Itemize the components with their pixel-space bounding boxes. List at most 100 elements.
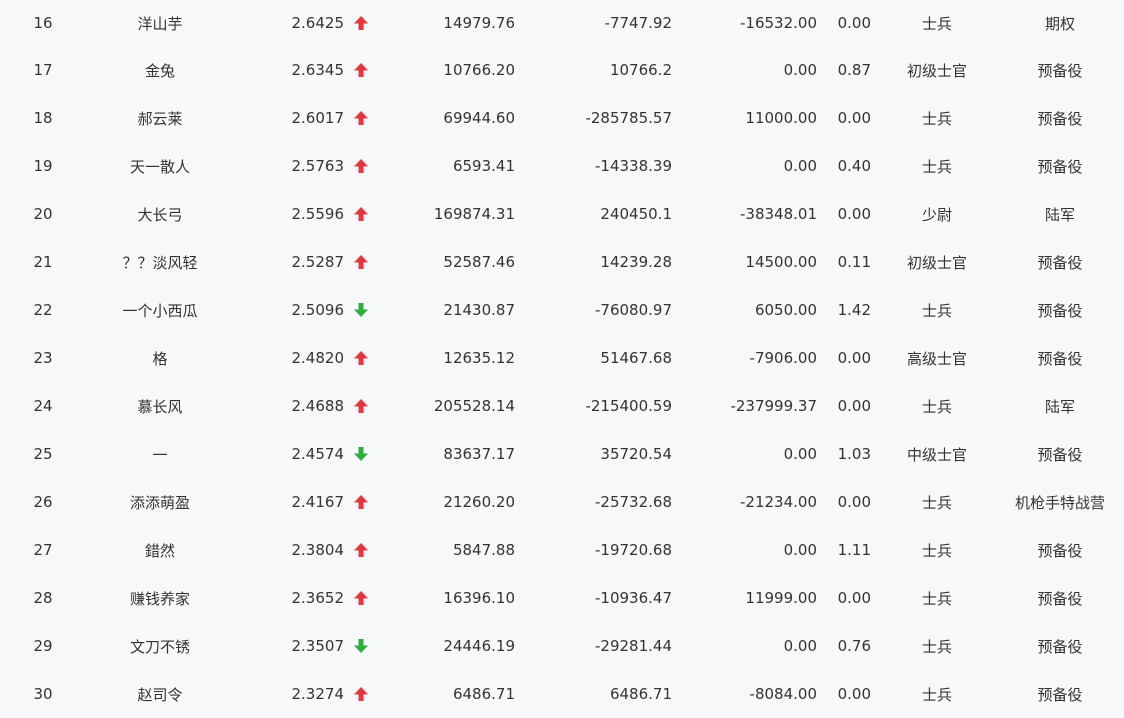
ratio-cell: 2.6017	[291, 109, 345, 127]
ratio-cell: 2.6425	[291, 14, 345, 32]
value2-cell: 51467.68	[600, 349, 672, 367]
military-rank-cell: 士兵	[921, 301, 952, 320]
value2-cell: -29281.44	[595, 637, 672, 655]
value3-cell: -21234.00	[740, 493, 817, 511]
ranking-table: 16 洋山芋 2.6425 14979.76 -7747.92 -16532.00 0.00…	[0, 0, 1124, 718]
unit-cell: 预备役	[1037, 109, 1083, 128]
table-row[interactable]: 28 赚钱养家 2.3652 16396.10 -10936.47 11999.00 0.0…	[0, 574, 1124, 622]
value4-cell: 0.00	[837, 349, 871, 367]
military-rank-cell: 初级士官	[906, 61, 967, 80]
table-row[interactable]: 18 郝云莱 2.6017 69944.60 -285785.57 11000.00 0.0…	[0, 94, 1124, 142]
value1-cell: 83637.17	[443, 445, 515, 463]
value2-cell: -14338.39	[595, 157, 672, 175]
table-row[interactable]: 16 洋山芋 2.6425 14979.76 -7747.92 -16532.00 0.00…	[0, 0, 1124, 46]
name-cell: 格	[152, 349, 168, 368]
arrow-up-icon	[353, 254, 369, 270]
unit-cell: 预备役	[1037, 61, 1083, 80]
military-rank-cell: 士兵	[921, 541, 952, 560]
rank-cell: 16	[33, 14, 53, 32]
table-row[interactable]: 22 一个小西瓜 2.5096 21430.87 -76080.97 6050.00 1.4…	[0, 286, 1124, 334]
value3-cell: 14500.00	[745, 253, 817, 271]
table-row[interactable]: 24 慕长风 2.4688 205528.14 -215400.59 -237999.37…	[0, 382, 1124, 430]
value3-cell: -16532.00	[740, 14, 817, 32]
value2-cell: -215400.59	[585, 397, 672, 415]
table-row[interactable]: 30 赵司令 2.3274 6486.71 6486.71 -8084.00 0.00 士兵 预…	[0, 670, 1124, 718]
rank-cell: 28	[33, 589, 53, 607]
military-rank-cell: 士兵	[921, 14, 952, 33]
value2-cell: -76080.97	[595, 301, 672, 319]
rank-cell: 18	[33, 109, 53, 127]
value1-cell: 6486.71	[452, 685, 515, 703]
table-row[interactable]: 17 金兔 2.6345 10766.20 10766.2 0.00 0.87 初级士官 预备役	[0, 46, 1124, 94]
unit-cell: 预备役	[1037, 157, 1083, 176]
military-rank-cell: 少尉	[921, 205, 952, 224]
rank-cell: 27	[33, 541, 53, 559]
rank-cell: 21	[33, 253, 53, 271]
value4-cell: 0.00	[837, 14, 871, 32]
military-rank-cell: 士兵	[921, 685, 952, 704]
arrow-up-icon	[353, 158, 369, 174]
rank-cell: 30	[33, 685, 53, 703]
trend-cell	[350, 46, 372, 94]
name-cell: 赵司令	[137, 685, 183, 704]
rank-cell: 29	[33, 637, 53, 655]
value1-cell: 16396.10	[443, 589, 515, 607]
name-cell: 慕长风	[137, 397, 183, 416]
name-cell: 錯然	[144, 541, 175, 560]
arrow-up-icon	[353, 494, 369, 510]
table-row[interactable]: 27 錯然 2.3804 5847.88 -19720.68 0.00 1.11 士兵 预备役	[0, 526, 1124, 574]
ratio-cell: 2.5287	[291, 253, 345, 271]
military-rank-cell: 士兵	[921, 157, 952, 176]
trend-cell	[350, 622, 372, 670]
military-rank-cell: 士兵	[921, 637, 952, 656]
table-row[interactable]: 26 添添萌盈 2.4167 21260.20 -25732.68 -21234.00 0.…	[0, 478, 1124, 526]
table-row[interactable]: 19 天一散人 2.5763 6593.41 -14338.39 0.00 0.40 士兵 预备…	[0, 142, 1124, 190]
table-row[interactable]: 23 格 2.4820 12635.12 51467.68 -7906.00 0.00 高级士…	[0, 334, 1124, 382]
value1-cell: 52587.46	[443, 253, 515, 271]
trend-cell	[350, 0, 372, 46]
unit-cell: 陆军	[1044, 205, 1075, 224]
trend-cell	[350, 382, 372, 430]
value4-cell: 0.11	[837, 253, 871, 271]
value4-cell: 0.00	[837, 397, 871, 415]
ratio-cell: 2.3652	[291, 589, 345, 607]
arrow-down-icon	[353, 446, 369, 462]
ratio-cell: 2.4820	[291, 349, 345, 367]
value2-cell: -7747.92	[604, 14, 672, 32]
arrow-up-icon	[353, 686, 369, 702]
value3-cell: 0.00	[783, 61, 817, 79]
value4-cell: 1.42	[837, 301, 871, 319]
table-row[interactable]: 25 一 2.4574 83637.17 35720.54 0.00 1.03 中级士官 预备役	[0, 430, 1124, 478]
arrow-up-icon	[353, 398, 369, 414]
table-row[interactable]: 21 ？？淡风轻 2.5287 52587.46 14239.28 14500.00 0.1…	[0, 238, 1124, 286]
value2-cell: 14239.28	[600, 253, 672, 271]
name-cell: 一	[152, 445, 168, 464]
value4-cell: 0.00	[837, 493, 871, 511]
value1-cell: 21260.20	[443, 493, 515, 511]
arrow-up-icon	[353, 110, 369, 126]
value1-cell: 21430.87	[443, 301, 515, 319]
unit-cell: 预备役	[1037, 253, 1083, 272]
rank-cell: 26	[33, 493, 53, 511]
rank-cell: 25	[33, 445, 53, 463]
unit-cell: 期权	[1044, 14, 1075, 33]
value2-cell: -10936.47	[595, 589, 672, 607]
military-rank-cell: 高级士官	[906, 349, 967, 368]
value3-cell: -38348.01	[740, 205, 817, 223]
ratio-cell: 2.5596	[291, 205, 345, 223]
trend-cell	[350, 190, 372, 238]
name-cell: 添添萌盈	[129, 493, 190, 512]
rank-cell: 23	[33, 349, 53, 367]
value3-cell: 0.00	[783, 445, 817, 463]
value3-cell: 0.00	[783, 157, 817, 175]
value2-cell: 6486.71	[609, 685, 672, 703]
value1-cell: 10766.20	[443, 61, 515, 79]
unit-cell: 预备役	[1037, 301, 1083, 320]
trend-cell	[350, 670, 372, 718]
trend-cell	[350, 142, 372, 190]
value4-cell: 0.00	[837, 685, 871, 703]
value4-cell: 0.00	[837, 109, 871, 127]
table-row[interactable]: 20 大长弓 2.5596 169874.31 240450.1 -38348.01 0.0…	[0, 190, 1124, 238]
table-row[interactable]: 29 文刀不锈 2.3507 24446.19 -29281.44 0.00 0.76 士兵 预…	[0, 622, 1124, 670]
value1-cell: 5847.88	[452, 541, 515, 559]
